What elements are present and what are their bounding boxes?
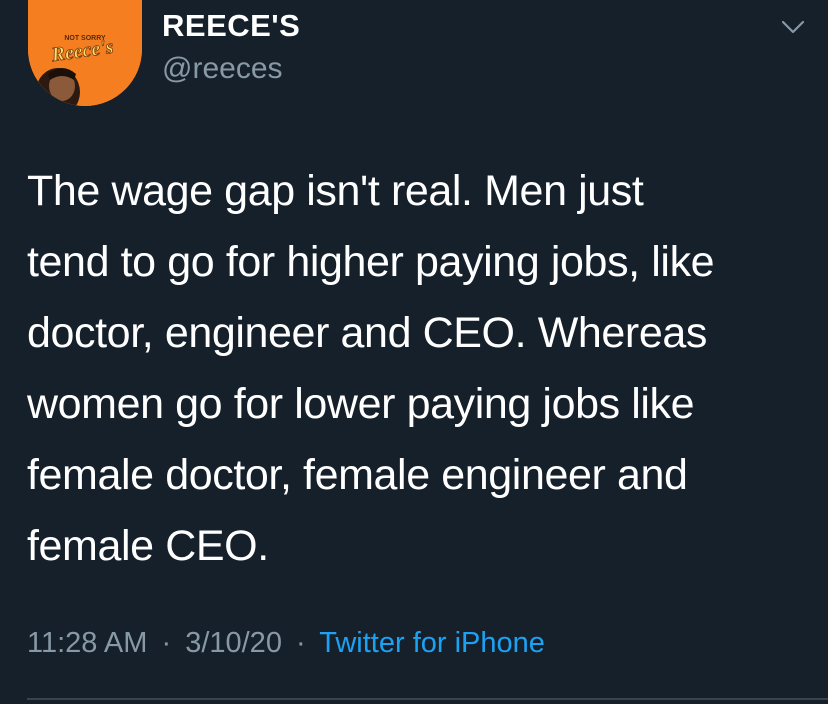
meta-separator: · — [161, 627, 172, 659]
display-name[interactable]: REECE'S — [162, 8, 300, 44]
tweet-text-line: The wage gap isn't real. Men just — [27, 167, 644, 215]
tweet-text-line: female doctor, female engineer and — [27, 451, 688, 499]
user-handle[interactable]: @reeces — [162, 52, 283, 86]
tweet-text-line: women go for lower paying jobs like — [27, 380, 695, 428]
reeces-logo-avatar: NOT SORRY Reece's — [28, 0, 142, 106]
divider — [27, 698, 828, 700]
avatar[interactable]: NOT SORRY Reece's — [28, 0, 142, 106]
chevron-down-icon[interactable] — [776, 10, 810, 44]
tweet-meta: 11:28 AM · 3/10/20 · Twitter for iPhone — [27, 627, 545, 660]
tweet-source-link[interactable]: Twitter for iPhone — [319, 627, 545, 659]
tweet-card: NOT SORRY Reece's REECE'S @reeces The wa… — [0, 0, 828, 704]
tweet-text-line: tend to go for higher paying jobs, like — [27, 238, 715, 286]
meta-separator: · — [296, 627, 306, 659]
tweet-text: The wage gap isn't real. Men just tend t… — [27, 156, 817, 582]
tweet-time[interactable]: 11:28 AM — [27, 627, 147, 659]
tweet-text-line: doctor, engineer and CEO. Whereas — [27, 309, 707, 357]
tweet-text-line: female CEO. — [27, 522, 269, 570]
tweet-date[interactable]: 3/10/20 — [185, 627, 282, 659]
